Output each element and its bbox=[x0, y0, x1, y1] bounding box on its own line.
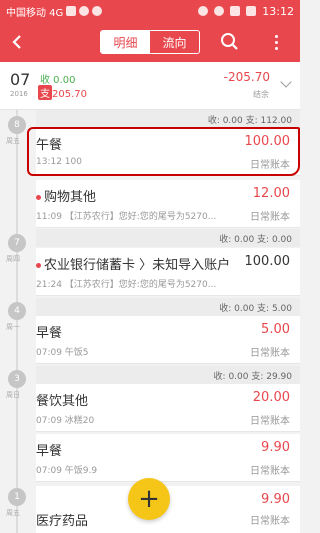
transaction-note: 07:09 午饭9.9 bbox=[36, 466, 98, 476]
back-button[interactable] bbox=[0, 22, 34, 62]
carrier-label: 中国移动 4G bbox=[6, 7, 64, 19]
app-notification-icon-2 bbox=[92, 6, 103, 16]
alarm-icon bbox=[214, 6, 225, 16]
transaction-title: 早餐 bbox=[36, 444, 63, 459]
day-summary: 收: 0.00 支: 5.00 bbox=[36, 298, 300, 316]
transaction-amount: 12.00 bbox=[252, 186, 290, 201]
month-income: 收 0.00 bbox=[40, 75, 76, 86]
transaction-item[interactable]: 农业银行储蓄卡 〉未知导入账户 21:24 【江苏农行】您好:您的尾号为5270… bbox=[36, 248, 300, 296]
weekday-label: 周一 bbox=[6, 323, 20, 331]
transaction-item[interactable]: 早餐 07:09 午饭9.9 9.90 日常账本 bbox=[36, 434, 300, 482]
transaction-amount: 20.00 bbox=[252, 390, 290, 405]
more-icon bbox=[274, 34, 278, 38]
tab-detail[interactable]: 明细 bbox=[101, 31, 150, 53]
more-button[interactable] bbox=[266, 30, 286, 54]
transaction-item[interactable]: 早餐 07:09 午饭5 5.00 日常账本 bbox=[36, 316, 300, 364]
transaction-account: 日常账本 bbox=[250, 466, 290, 477]
transaction-note: 07:09 午饭5 bbox=[36, 348, 89, 358]
transaction-amount: 5.00 bbox=[261, 322, 290, 337]
day-badge: 4 bbox=[8, 302, 26, 320]
status-bar: 中国移动 4G 13:12 bbox=[0, 0, 300, 22]
unread-dot bbox=[36, 263, 41, 268]
transaction-amount: 100.00 bbox=[244, 254, 291, 269]
day-badge: 7 bbox=[8, 234, 26, 252]
weekday-label: 周五 bbox=[6, 137, 20, 145]
transaction-title: 医疗药品 bbox=[36, 514, 89, 529]
transaction-note: 13:12 100 bbox=[36, 157, 82, 167]
transaction-title-text: 农业银行储蓄卡 〉未知导入账户 bbox=[44, 258, 231, 273]
day-summary: 收: 0.00 支: 0.00 bbox=[36, 229, 300, 247]
transaction-title: 农业银行储蓄卡 〉未知导入账户 bbox=[36, 254, 230, 273]
app-notification-icon bbox=[79, 6, 90, 16]
transaction-amount: 9.90 bbox=[261, 440, 290, 455]
month-expense: 支 205.70 bbox=[38, 85, 87, 100]
add-icon: + bbox=[138, 484, 160, 514]
transaction-amount: 100.00 bbox=[244, 134, 291, 149]
tab-flow[interactable]: 流向 bbox=[150, 31, 199, 53]
day-summary: 收: 0.00 支: 112.00 bbox=[36, 110, 300, 128]
transaction-account: 日常账本 bbox=[250, 160, 290, 171]
day-badge: 1 bbox=[8, 488, 26, 506]
transaction-account: 日常账本 bbox=[250, 348, 290, 359]
day-badge: 8 bbox=[8, 116, 26, 134]
transaction-note: 11:09 【江苏农行】您好:您的尾号为5270... bbox=[36, 212, 217, 222]
month-total: -205.70 bbox=[223, 70, 270, 84]
battery-icon bbox=[246, 6, 257, 16]
transaction-item[interactable]: 购物其他 11:09 【江苏农行】您好:您的尾号为5270... 12.00 日… bbox=[36, 180, 300, 228]
back-icon bbox=[12, 35, 21, 49]
balance-label: 结余 bbox=[253, 90, 269, 99]
app-bar: 明细 流向 bbox=[0, 22, 300, 62]
transaction-note: 07:09 冰糕20 bbox=[36, 416, 95, 426]
weekday-label: 周四 bbox=[6, 255, 20, 263]
signal-icon bbox=[66, 6, 77, 16]
view-switcher: 明细 流向 bbox=[100, 30, 200, 54]
expense-value: 205.70 bbox=[52, 89, 87, 100]
transaction-item[interactable]: 餐饮其他 07:09 冰糕20 20.00 日常账本 bbox=[36, 384, 300, 432]
transaction-amount: 9.90 bbox=[261, 492, 290, 507]
wifi-icon bbox=[230, 6, 241, 16]
transaction-title: 购物其他 bbox=[36, 186, 96, 205]
transaction-title: 餐饮其他 bbox=[36, 394, 89, 409]
transaction-account: 日常账本 bbox=[250, 516, 290, 527]
headset-icon bbox=[198, 6, 209, 16]
month-number: 07 bbox=[10, 70, 31, 89]
search-icon bbox=[221, 33, 238, 50]
day-badge: 3 bbox=[8, 370, 26, 388]
transaction-item[interactable]: 午餐 13:12 100 100.00 日常账本 bbox=[36, 128, 300, 176]
unread-dot bbox=[36, 195, 41, 200]
weekday-label: 周五 bbox=[6, 509, 20, 517]
day-summary: 收: 0.00 支: 29.90 bbox=[36, 366, 300, 384]
transaction-title: 早餐 bbox=[36, 326, 63, 341]
year-label: 2016 bbox=[10, 90, 28, 98]
chevron-down-icon[interactable] bbox=[280, 76, 292, 88]
weekday-label: 周日 bbox=[6, 391, 20, 399]
clock: 13:12 bbox=[262, 4, 294, 18]
add-record-button[interactable]: + bbox=[128, 478, 170, 520]
expense-tag: 支 bbox=[38, 85, 52, 100]
transaction-account: 日常账本 bbox=[250, 212, 290, 223]
transaction-account: 日常账本 bbox=[250, 416, 290, 427]
transaction-title-text: 购物其他 bbox=[44, 190, 97, 205]
transaction-title: 午餐 bbox=[36, 138, 63, 153]
month-summary[interactable]: 07 2016 收 0.00 支 205.70 -205.70 结余 bbox=[0, 62, 300, 110]
search-button[interactable] bbox=[218, 30, 242, 54]
transaction-note: 21:24 【江苏农行】您好:您的尾号为5270... bbox=[36, 280, 217, 290]
